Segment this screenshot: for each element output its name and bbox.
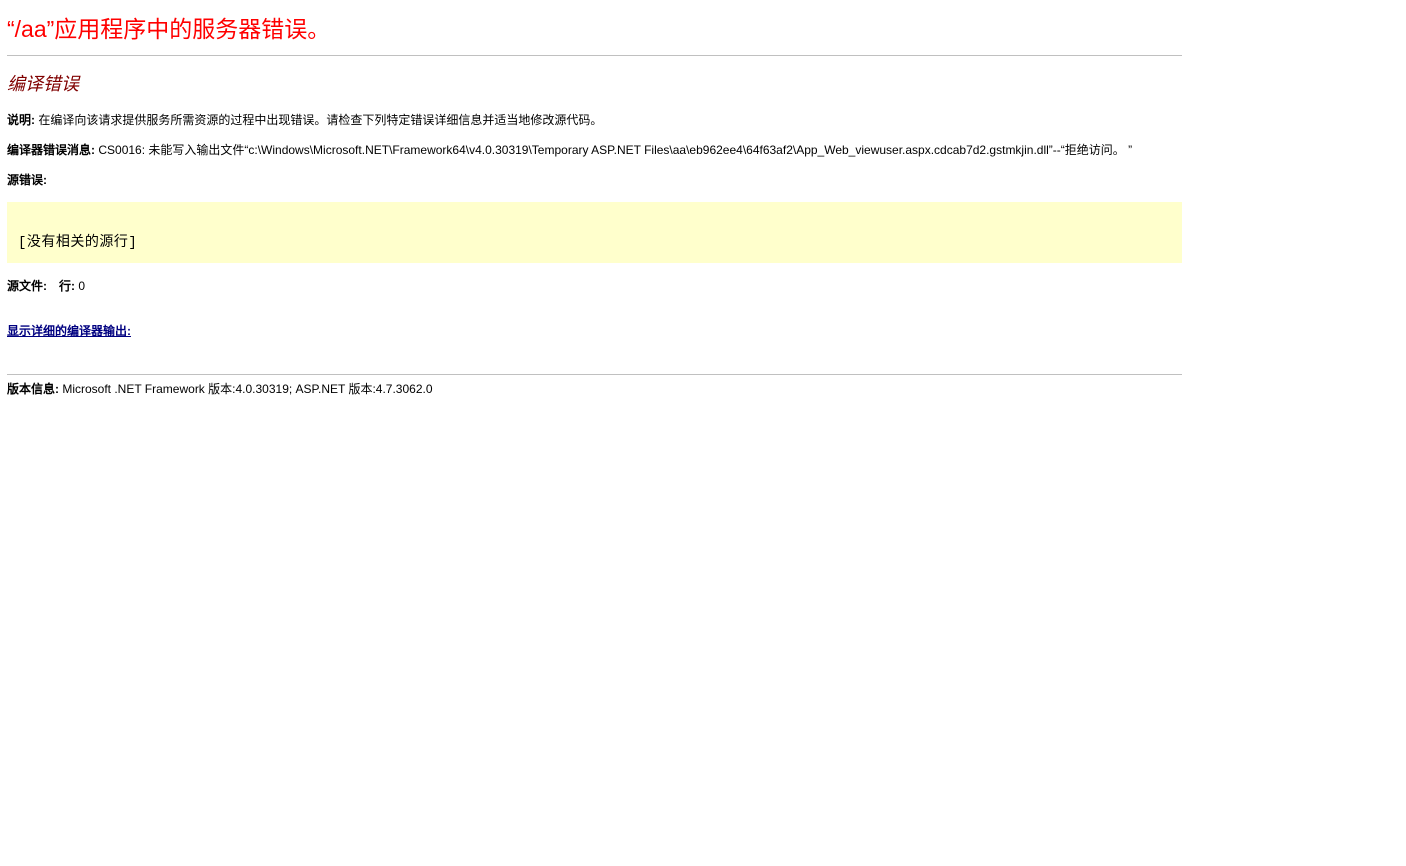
source-file-label: 源文件: — [7, 279, 47, 293]
error-heading: 编译错误 — [7, 74, 79, 94]
source-file-line: 源文件: 行: 0 — [7, 278, 85, 294]
bottom-divider — [7, 374, 1182, 375]
show-detailed-output-link[interactable]: 显示详细的编译器输出: — [7, 323, 131, 339]
version-label: 版本信息: — [7, 382, 59, 396]
compiler-message-label: 编译器错误消息: — [7, 143, 95, 157]
description-label: 说明: — [7, 113, 35, 127]
description-line: 说明: 在编译向该请求提供服务所需资源的过程中出现错误。请检查下列特定错误详细信… — [7, 112, 602, 128]
source-code-text: [没有相关的源行] — [18, 235, 138, 251]
source-code-box: [没有相关的源行] — [7, 202, 1182, 263]
version-info-line: 版本信息: Microsoft .NET Framework 版本:4.0.30… — [7, 381, 433, 397]
source-error-label: 源错误: — [7, 173, 47, 187]
line-value: 0 — [78, 279, 86, 293]
compiler-message-line: 编译器错误消息: CS0016: 未能写入输出文件“c:\Windows\Mic… — [7, 142, 1132, 158]
description-text: 在编译向该请求提供服务所需资源的过程中出现错误。请检查下列特定错误详细信息并适当… — [38, 113, 603, 127]
version-text: Microsoft .NET Framework 版本:4.0.30319; A… — [62, 382, 433, 396]
top-divider — [7, 55, 1182, 56]
line-label: 行: — [59, 279, 75, 293]
compiler-message-text: CS0016: 未能写入输出文件“c:\Windows\Microsoft.NE… — [98, 143, 1133, 157]
page-title: “/aa”应用程序中的服务器错误。 — [7, 16, 331, 42]
source-error-line: 源错误: — [7, 172, 47, 188]
